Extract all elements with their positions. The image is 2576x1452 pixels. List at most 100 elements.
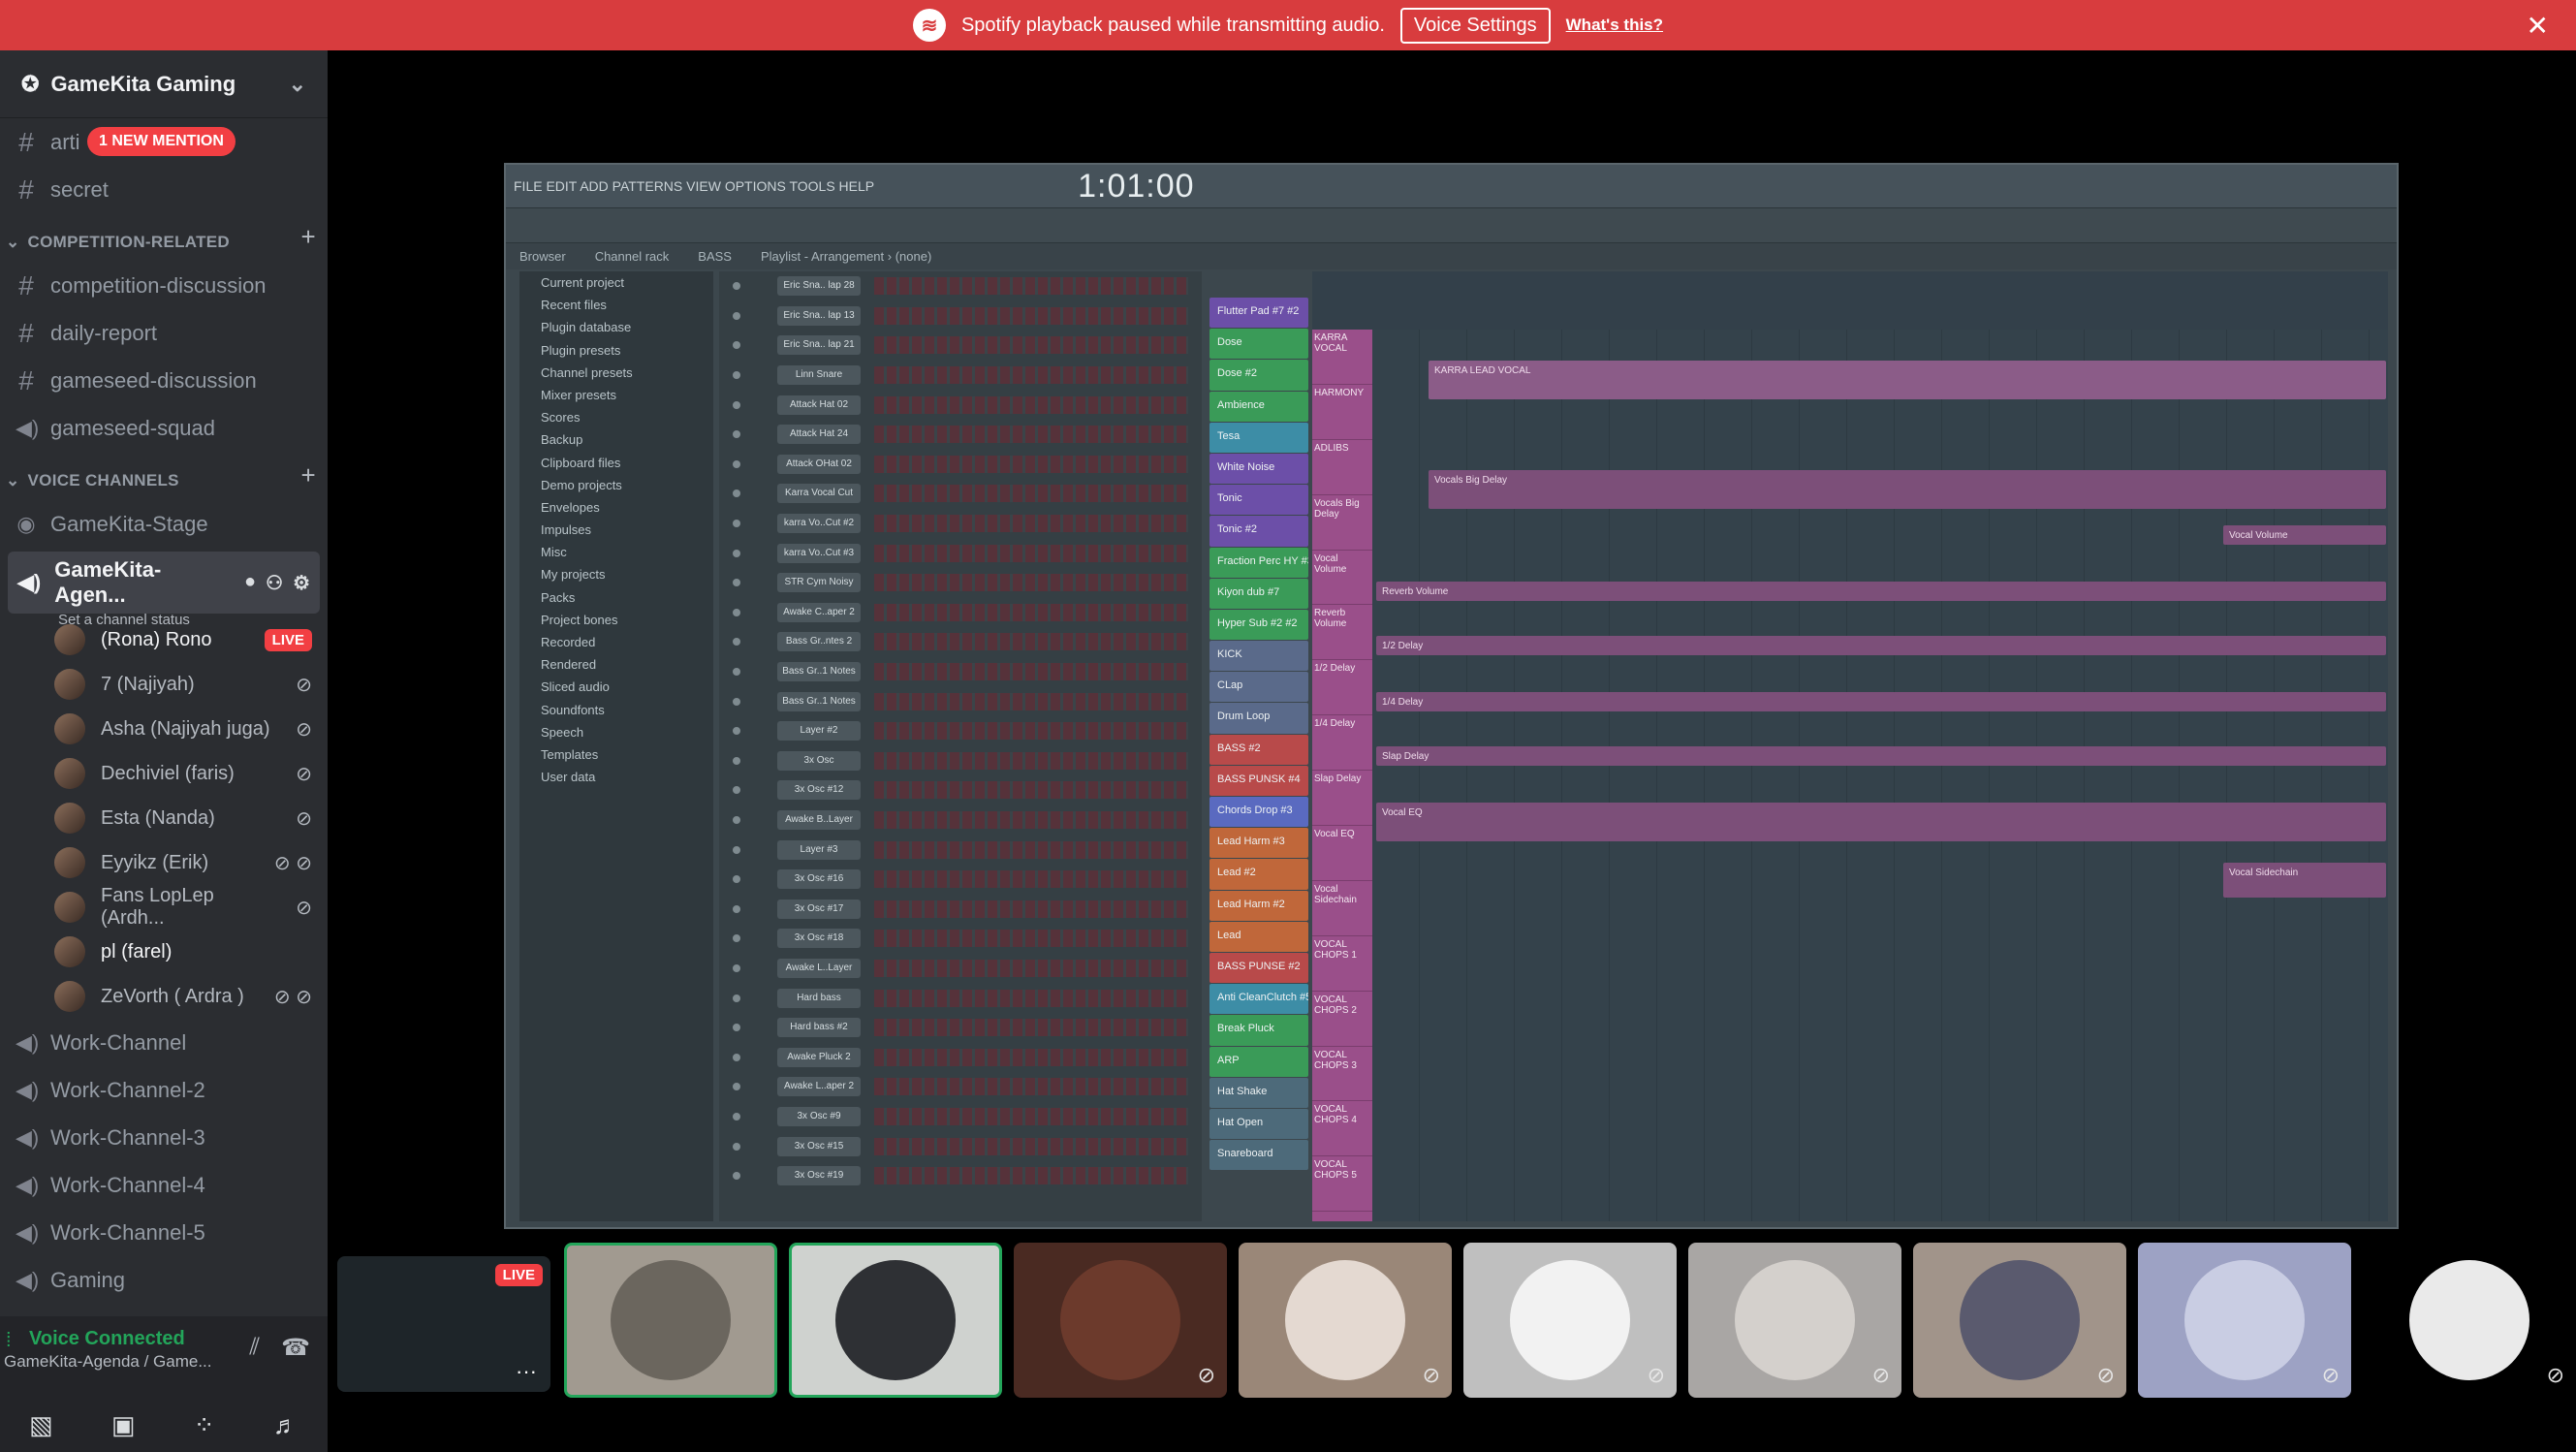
mute-led[interactable]	[733, 400, 740, 409]
mixer-track[interactable]: BASS PUNSK #4	[1209, 765, 1308, 796]
mute-led[interactable]	[733, 668, 740, 677]
step-sequencer[interactable]	[874, 781, 1188, 800]
playlist-track-header[interactable]: VOCAL CHOPS 2	[1312, 992, 1372, 1047]
mute-led[interactable]	[733, 994, 740, 1002]
fl-menu[interactable]: FILE EDIT ADD PATTERNS VIEW OPTIONS TOOL…	[514, 178, 874, 194]
mute-led[interactable]	[733, 579, 740, 587]
voice-user[interactable]: ZeVorth ( Ardra ) ⊘ ⊘	[0, 974, 328, 1019]
mute-led[interactable]	[733, 311, 740, 320]
rack-row[interactable]: Awake L..Layer	[719, 954, 1202, 984]
mixer-track[interactable]: Kiyon dub #7	[1209, 578, 1308, 609]
whats-this-link[interactable]: What's this?	[1566, 16, 1663, 35]
voice-user[interactable]: pl (farel)	[0, 930, 328, 974]
channel-name[interactable]: Eric Sna.. lap 28	[777, 276, 861, 297]
step-sequencer[interactable]	[874, 1107, 1188, 1125]
channel-stage[interactable]: ◉ GameKita-Stage	[0, 500, 328, 548]
step-sequencer[interactable]	[874, 751, 1188, 770]
mute-led[interactable]	[733, 904, 740, 913]
rack-row[interactable]: 3x Osc #15	[719, 1131, 1202, 1161]
playlist-track-header[interactable]: Slap Delay	[1312, 771, 1372, 827]
channel-name[interactable]: Hard bass	[777, 988, 861, 1008]
rack-row[interactable]: Karra Vocal Cut	[719, 479, 1202, 509]
rack-row[interactable]: 3x Osc #19	[719, 1161, 1202, 1191]
channel-name[interactable]: STR Cym Noisy	[777, 573, 861, 593]
playlist-track-header[interactable]: 1/4 Delay	[1312, 715, 1372, 772]
mixer-track[interactable]: Dose #2	[1209, 360, 1308, 391]
channel-arti[interactable]: # arti 1 NEW MENTION	[0, 118, 328, 166]
mute-led[interactable]	[733, 608, 740, 616]
rack-row[interactable]: Layer #3	[719, 835, 1202, 865]
rack-row[interactable]: 3x Osc #17	[719, 894, 1202, 924]
rack-row[interactable]: 3x Osc #16	[719, 865, 1202, 895]
rack-row[interactable]: Hard bass	[719, 983, 1202, 1013]
channel-name[interactable]: 3x Osc	[777, 750, 861, 771]
mixer-track[interactable]: Snareboard	[1209, 1140, 1308, 1171]
mixer-track[interactable]: Fraction Perc HY #3	[1209, 547, 1308, 578]
step-sequencer[interactable]	[874, 455, 1188, 473]
mixer-track[interactable]: CLap	[1209, 672, 1308, 703]
voice-user[interactable]: Fans LopLep (Ardh... ⊘	[0, 885, 328, 930]
channel-name[interactable]: Awake B..Layer	[777, 809, 861, 830]
rack-row[interactable]: Bass Gr..1 Notes	[719, 657, 1202, 687]
invite-icon[interactable]: ⚇	[266, 571, 283, 595]
add-channel-icon[interactable]: +	[301, 222, 316, 252]
channel-name[interactable]: Awake C..aper 2	[777, 602, 861, 622]
mute-led[interactable]	[733, 489, 740, 498]
rack-row[interactable]: Attack Hat 24	[719, 420, 1202, 450]
close-icon[interactable]: ✕	[2527, 10, 2549, 42]
mute-led[interactable]	[733, 1142, 740, 1151]
playlist-track-header[interactable]: VOCAL CHOPS 3	[1312, 1047, 1372, 1102]
step-sequencer[interactable]	[874, 900, 1188, 918]
step-sequencer[interactable]	[874, 544, 1188, 562]
participant-tile[interactable]: ⊘	[1688, 1243, 1901, 1398]
rack-row[interactable]: Awake Pluck 2	[719, 1042, 1202, 1072]
channel-name[interactable]: Awake L..aper 2	[777, 1077, 861, 1097]
channel-name[interactable]: Attack Hat 24	[777, 425, 861, 445]
step-sequencer[interactable]	[874, 692, 1188, 710]
step-sequencer[interactable]	[874, 1137, 1188, 1155]
channel-name[interactable]: 3x Osc #12	[777, 780, 861, 801]
rack-row[interactable]: Bass Gr..1 Notes	[719, 686, 1202, 716]
rack-row[interactable]: Eric Sna.. lap 13	[719, 301, 1202, 331]
mute-led[interactable]	[733, 934, 740, 943]
mixer-track[interactable]: Tesa	[1209, 422, 1308, 453]
rack-row[interactable]: 3x Osc	[719, 746, 1202, 776]
step-sequencer[interactable]	[874, 959, 1188, 977]
playlist-track-header[interactable]: 1/2 Delay	[1312, 660, 1372, 716]
playlist-track-header[interactable]: VOCAL CHOPS 1	[1312, 936, 1372, 992]
rack-row[interactable]: Bass Gr..ntes 2	[719, 627, 1202, 657]
mixer-track[interactable]: Hyper Sub #2 #2	[1209, 609, 1308, 641]
rack-row[interactable]: Awake B..Layer	[719, 805, 1202, 836]
channel-name[interactable]: Karra Vocal Cut	[777, 484, 861, 504]
channel-name[interactable]: Hard bass #2	[777, 1018, 861, 1038]
mute-led[interactable]	[733, 727, 740, 736]
mute-led[interactable]	[733, 1053, 740, 1061]
rack-row[interactable]: 3x Osc #12	[719, 775, 1202, 805]
mute-led[interactable]	[733, 756, 740, 765]
mute-led[interactable]	[733, 430, 740, 439]
step-sequencer[interactable]	[874, 663, 1188, 681]
step-sequencer[interactable]	[874, 1019, 1188, 1037]
mixer-track[interactable]: Lead Harm #3	[1209, 828, 1308, 859]
mute-led[interactable]	[733, 845, 740, 854]
soundboard-icon[interactable]: ♬	[273, 1410, 298, 1440]
participant-tile[interactable]	[789, 1243, 1002, 1398]
channel-name[interactable]: Bass Gr..ntes 2	[777, 632, 861, 652]
voice-channel[interactable]: ◀) Work-Channel-4	[0, 1161, 328, 1209]
mute-led[interactable]	[733, 697, 740, 706]
mute-led[interactable]	[733, 1024, 740, 1032]
channel-name[interactable]: 3x Osc #15	[777, 1136, 861, 1156]
channel-name[interactable]: Layer #3	[777, 839, 861, 860]
rack-row[interactable]: Attack Hat 02	[719, 390, 1202, 420]
playlist-track-header[interactable]: Vocal EQ	[1312, 826, 1372, 881]
gear-icon[interactable]: ⚙	[293, 571, 310, 595]
mute-led[interactable]	[733, 520, 740, 528]
category-voice[interactable]: ⌄ VOICE CHANNELS +	[0, 452, 328, 500]
mixer-track[interactable]: Chords Drop #3	[1209, 797, 1308, 828]
rack-row[interactable]: karra Vo..Cut #3	[719, 538, 1202, 568]
channel-name[interactable]: Layer #2	[777, 721, 861, 742]
step-sequencer[interactable]	[874, 366, 1188, 385]
mute-led[interactable]	[733, 282, 740, 291]
channel-name[interactable]: karra Vo..Cut #2	[777, 514, 861, 534]
mute-led[interactable]	[733, 815, 740, 824]
